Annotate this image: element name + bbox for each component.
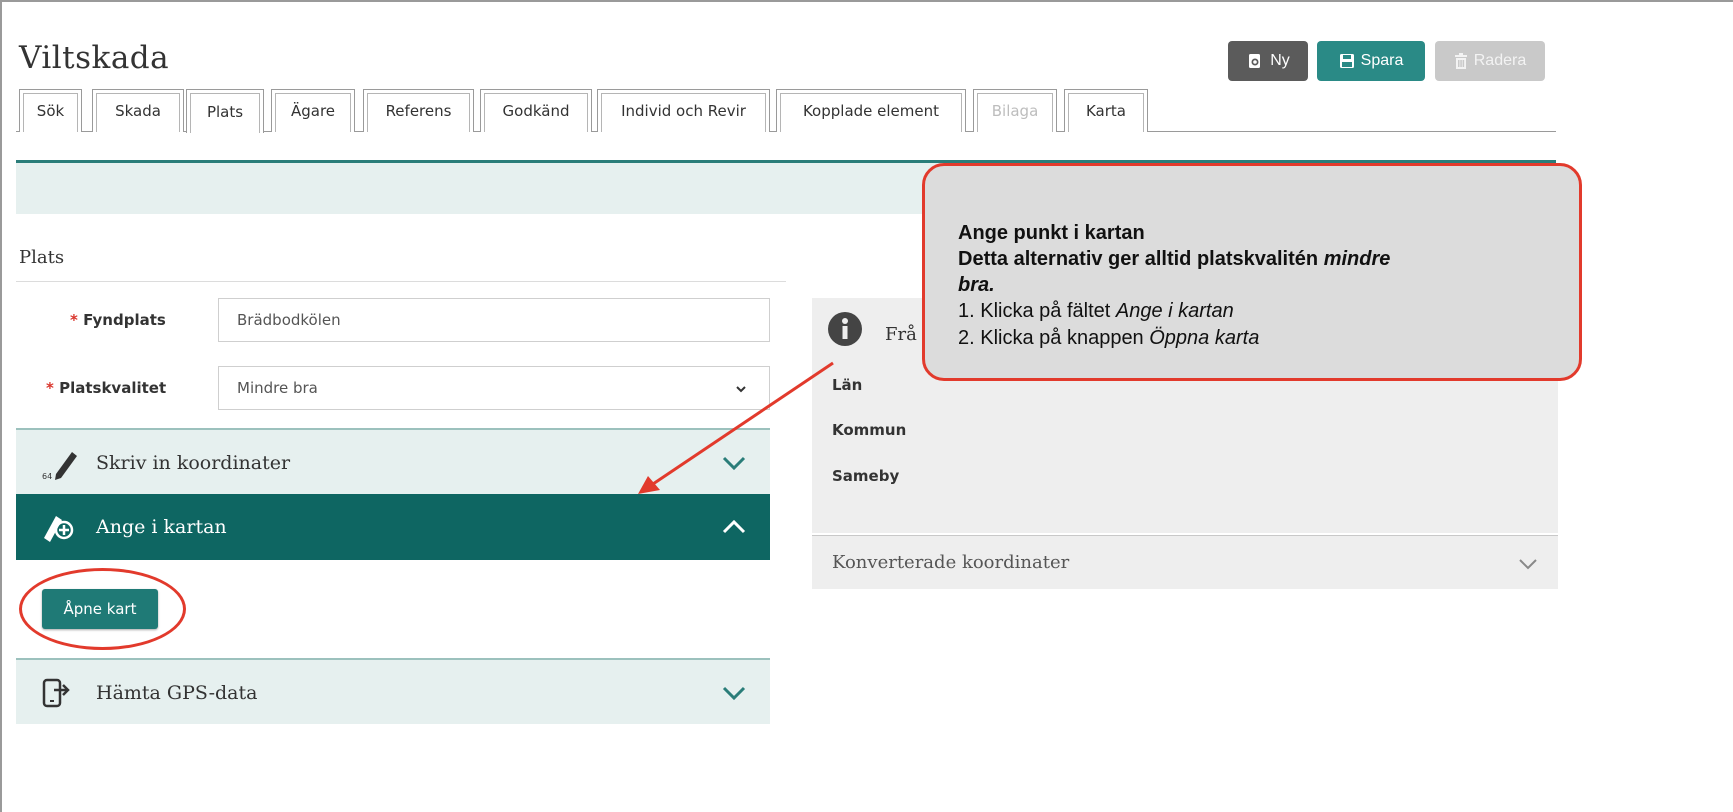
trash-icon	[1454, 53, 1468, 69]
accordion-hamta-gps-data[interactable]: Hämta GPS-data	[16, 658, 770, 724]
fyndplats-label: * Fyndplats	[70, 311, 166, 329]
platskvalitet-label-text: Platskvalitet	[59, 379, 167, 397]
accordion-skriv-in-koordinater[interactable]: 64 Skriv in koordinater	[16, 428, 770, 494]
floppy-disk-icon	[1339, 53, 1355, 69]
section-title: Plats	[19, 247, 65, 268]
info-icon	[827, 311, 863, 351]
callout-line2: Detta alternativ ger alltid platskvalité…	[958, 248, 1390, 271]
info-panel-heading: Frå	[885, 324, 917, 345]
delete-button[interactable]: Radera	[1435, 41, 1545, 81]
fyndplats-label-text: Fyndplats	[83, 311, 166, 329]
coordinates-badge: 64	[42, 472, 52, 481]
phone-import-icon	[42, 678, 72, 713]
callout-step-1-text: 1. Klicka på fältet	[958, 300, 1116, 322]
callout-step-2-text: 2. Klicka på knappen	[958, 327, 1150, 349]
new-button-label: Ny	[1270, 52, 1290, 69]
new-document-icon	[1246, 52, 1264, 70]
callout-step-1: 1. Klicka på fältet Ange i kartan	[958, 300, 1234, 323]
info-label-sameby: Sameby	[832, 467, 900, 485]
callout-title: Ange punkt i kartan	[958, 222, 1145, 244]
chevron-down-icon	[1518, 556, 1538, 575]
callout-step-2: 2. Klicka på knappen Öppna karta	[958, 327, 1259, 350]
required-marker: *	[46, 379, 54, 397]
tab-skada[interactable]: Skada	[92, 89, 184, 132]
platskvalitet-select[interactable]: Mindre bra	[218, 366, 770, 410]
accordion-label: Konverterade koordinater	[832, 552, 1070, 573]
delete-button-label: Radera	[1473, 52, 1527, 69]
callout-step-1-em: Ange i kartan	[1115, 300, 1234, 322]
platskvalitet-label: * Platskvalitet	[46, 379, 166, 397]
fyndplats-input[interactable]: Brädbodkölen	[218, 298, 770, 342]
accordion-label: Ange i kartan	[96, 516, 227, 538]
tab-karta[interactable]: Karta	[1064, 89, 1148, 132]
info-label-kommun: Kommun	[832, 421, 907, 439]
tab-agare[interactable]: Ägare	[271, 89, 355, 132]
callout-line2-text: Detta alternativ ger alltid platskvalité…	[958, 248, 1324, 270]
chevron-down-icon	[722, 684, 746, 706]
chevron-down-icon	[735, 381, 747, 399]
platskvalitet-value: Mindre bra	[237, 379, 318, 397]
chevron-down-icon	[722, 454, 746, 476]
tab-sok[interactable]: Sök	[19, 89, 82, 132]
pen-plus-icon	[42, 512, 76, 547]
accordion-konverterade-koordinater[interactable]: Konverterade koordinater	[812, 535, 1558, 589]
chevron-up-icon	[722, 518, 746, 540]
pencil-coordinates-icon: 64	[42, 448, 82, 487]
required-marker: *	[70, 311, 78, 329]
callout-step-2-em: Öppna karta	[1149, 327, 1260, 349]
tab-kopplade-element[interactable]: Kopplade element	[776, 89, 966, 132]
info-label-lan: Län	[832, 376, 863, 394]
callout-line3: bra.	[958, 274, 995, 296]
accordion-label: Skriv in koordinater	[96, 452, 291, 474]
tab-individ-och-revir[interactable]: Individ och Revir	[597, 89, 770, 132]
tab-referens[interactable]: Referens	[363, 89, 474, 132]
save-button[interactable]: Spara	[1317, 41, 1425, 81]
app-title: Viltskada	[19, 40, 170, 76]
new-button[interactable]: Ny	[1228, 41, 1308, 81]
annotation-highlight-ellipse	[19, 568, 186, 650]
tab-godkand[interactable]: Godkänd	[480, 89, 592, 132]
fyndplats-value: Brädbodkölen	[237, 311, 341, 329]
annotation-callout: Ange punkt i kartan Detta alternativ ger…	[922, 163, 1582, 381]
accordion-ange-i-kartan[interactable]: Ange i kartan	[16, 494, 770, 560]
section-divider	[16, 281, 786, 282]
accordion-label: Hämta GPS-data	[96, 682, 258, 704]
tab-bilaga: Bilaga	[973, 89, 1057, 132]
callout-line2-em: mindre	[1323, 248, 1391, 270]
tab-plats[interactable]: Plats	[186, 89, 264, 133]
save-button-label: Spara	[1360, 52, 1404, 69]
